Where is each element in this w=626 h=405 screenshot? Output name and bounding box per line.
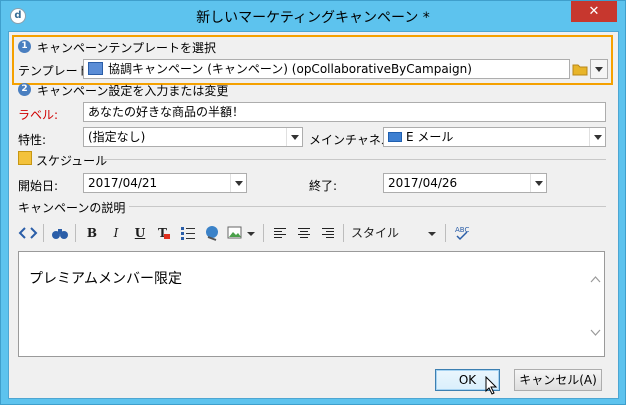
source-code-icon[interactable] bbox=[17, 222, 39, 244]
chevron-down-icon bbox=[589, 128, 605, 146]
campaign-template-icon bbox=[88, 62, 103, 75]
image-dropdown-icon[interactable] bbox=[245, 222, 257, 244]
title-bar[interactable]: d 新しいマーケティングキャンペーン * ✕ bbox=[1, 1, 625, 31]
dialog-window: d 新しいマーケティングキャンペーン * ✕ 1 キャンペーンテンプレートを選択… bbox=[0, 0, 626, 405]
dialog-body: 1 キャンペーンテンプレートを選択 テンプレート: 協調キャンペーン (キャンペ… bbox=[8, 31, 619, 399]
align-center-icon[interactable] bbox=[293, 222, 315, 244]
bold-button[interactable]: B bbox=[81, 222, 103, 244]
end-date-value: 2017/04/26 bbox=[388, 176, 458, 190]
nature-value: (指定なし) bbox=[88, 130, 146, 144]
description-editor[interactable]: プレミアムメンバー限定 bbox=[18, 251, 605, 357]
folder-icon[interactable] bbox=[572, 60, 588, 78]
schedule-divider bbox=[103, 159, 606, 160]
spellcheck-icon[interactable]: ABC bbox=[451, 222, 473, 244]
template-heading: キャンペーンテンプレートを選択 bbox=[37, 41, 217, 55]
align-left-icon[interactable] bbox=[269, 222, 291, 244]
description-divider bbox=[129, 206, 606, 207]
list-icon[interactable] bbox=[177, 222, 199, 244]
start-date-label: 開始日: bbox=[18, 179, 59, 193]
nature-label: 特性: bbox=[18, 133, 47, 147]
close-button[interactable]: ✕ bbox=[571, 1, 617, 22]
end-date-label: 終了: bbox=[309, 179, 338, 193]
label-input[interactable]: あなたの好きな商品の半額！ bbox=[83, 102, 606, 122]
start-date-input[interactable]: 2017/04/21 bbox=[83, 173, 247, 193]
mouse-cursor-icon bbox=[485, 375, 499, 396]
toolbar-separator bbox=[43, 224, 44, 242]
channel-select[interactable]: E メール bbox=[383, 127, 606, 147]
align-right-icon[interactable] bbox=[317, 222, 339, 244]
schedule-heading: スケジュール bbox=[36, 154, 108, 168]
description-heading: キャンペーンの説明 bbox=[18, 201, 126, 215]
italic-button[interactable]: I bbox=[105, 222, 127, 244]
toolbar-separator bbox=[445, 224, 446, 242]
channel-value: E メール bbox=[406, 130, 454, 144]
step-2-icon: 2 bbox=[18, 83, 31, 96]
text-color-icon[interactable]: T bbox=[153, 222, 175, 244]
chevron-down-icon bbox=[230, 174, 246, 192]
toolbar-separator bbox=[75, 224, 76, 242]
toolbar-separator bbox=[343, 224, 344, 242]
email-icon bbox=[388, 132, 402, 142]
style-select[interactable]: スタイル bbox=[347, 222, 407, 244]
toolbar-separator bbox=[263, 224, 264, 242]
find-icon[interactable] bbox=[49, 222, 71, 244]
description-content: プレミアムメンバー限定 bbox=[29, 271, 183, 287]
style-dropdown-icon[interactable] bbox=[425, 222, 439, 244]
chevron-down-icon bbox=[591, 60, 607, 78]
svg-text:ABC: ABC bbox=[455, 226, 469, 234]
step-1-icon: 1 bbox=[18, 40, 31, 53]
calendar-icon bbox=[18, 151, 32, 165]
editor-toolbar: B I U T スタイル ABC bbox=[17, 222, 607, 246]
template-value: 協調キャンペーン (キャンペーン) (opCollaborativeByCamp… bbox=[108, 62, 472, 76]
label-field-label: ラベル: bbox=[18, 108, 59, 122]
template-dropdown-button[interactable] bbox=[590, 59, 608, 79]
start-date-value: 2017/04/21 bbox=[88, 176, 158, 190]
cancel-button[interactable]: キャンセル(A) bbox=[514, 369, 602, 391]
app-icon: d bbox=[10, 8, 26, 24]
image-icon[interactable] bbox=[225, 222, 247, 244]
nature-select[interactable]: (指定なし) bbox=[83, 127, 303, 147]
settings-heading: キャンペーン設定を入力または変更 bbox=[37, 84, 229, 98]
underline-button[interactable]: U bbox=[129, 222, 151, 244]
template-field[interactable]: 協調キャンペーン (キャンペーン) (opCollaborativeByCamp… bbox=[83, 59, 570, 79]
end-date-input[interactable]: 2017/04/26 bbox=[383, 173, 547, 193]
chevron-down-icon bbox=[530, 174, 546, 192]
link-icon[interactable] bbox=[201, 222, 223, 244]
chevron-down-icon bbox=[286, 128, 302, 146]
window-title: 新しいマーケティングキャンペーン * bbox=[196, 10, 430, 26]
editor-scrollbar[interactable] bbox=[587, 252, 604, 356]
